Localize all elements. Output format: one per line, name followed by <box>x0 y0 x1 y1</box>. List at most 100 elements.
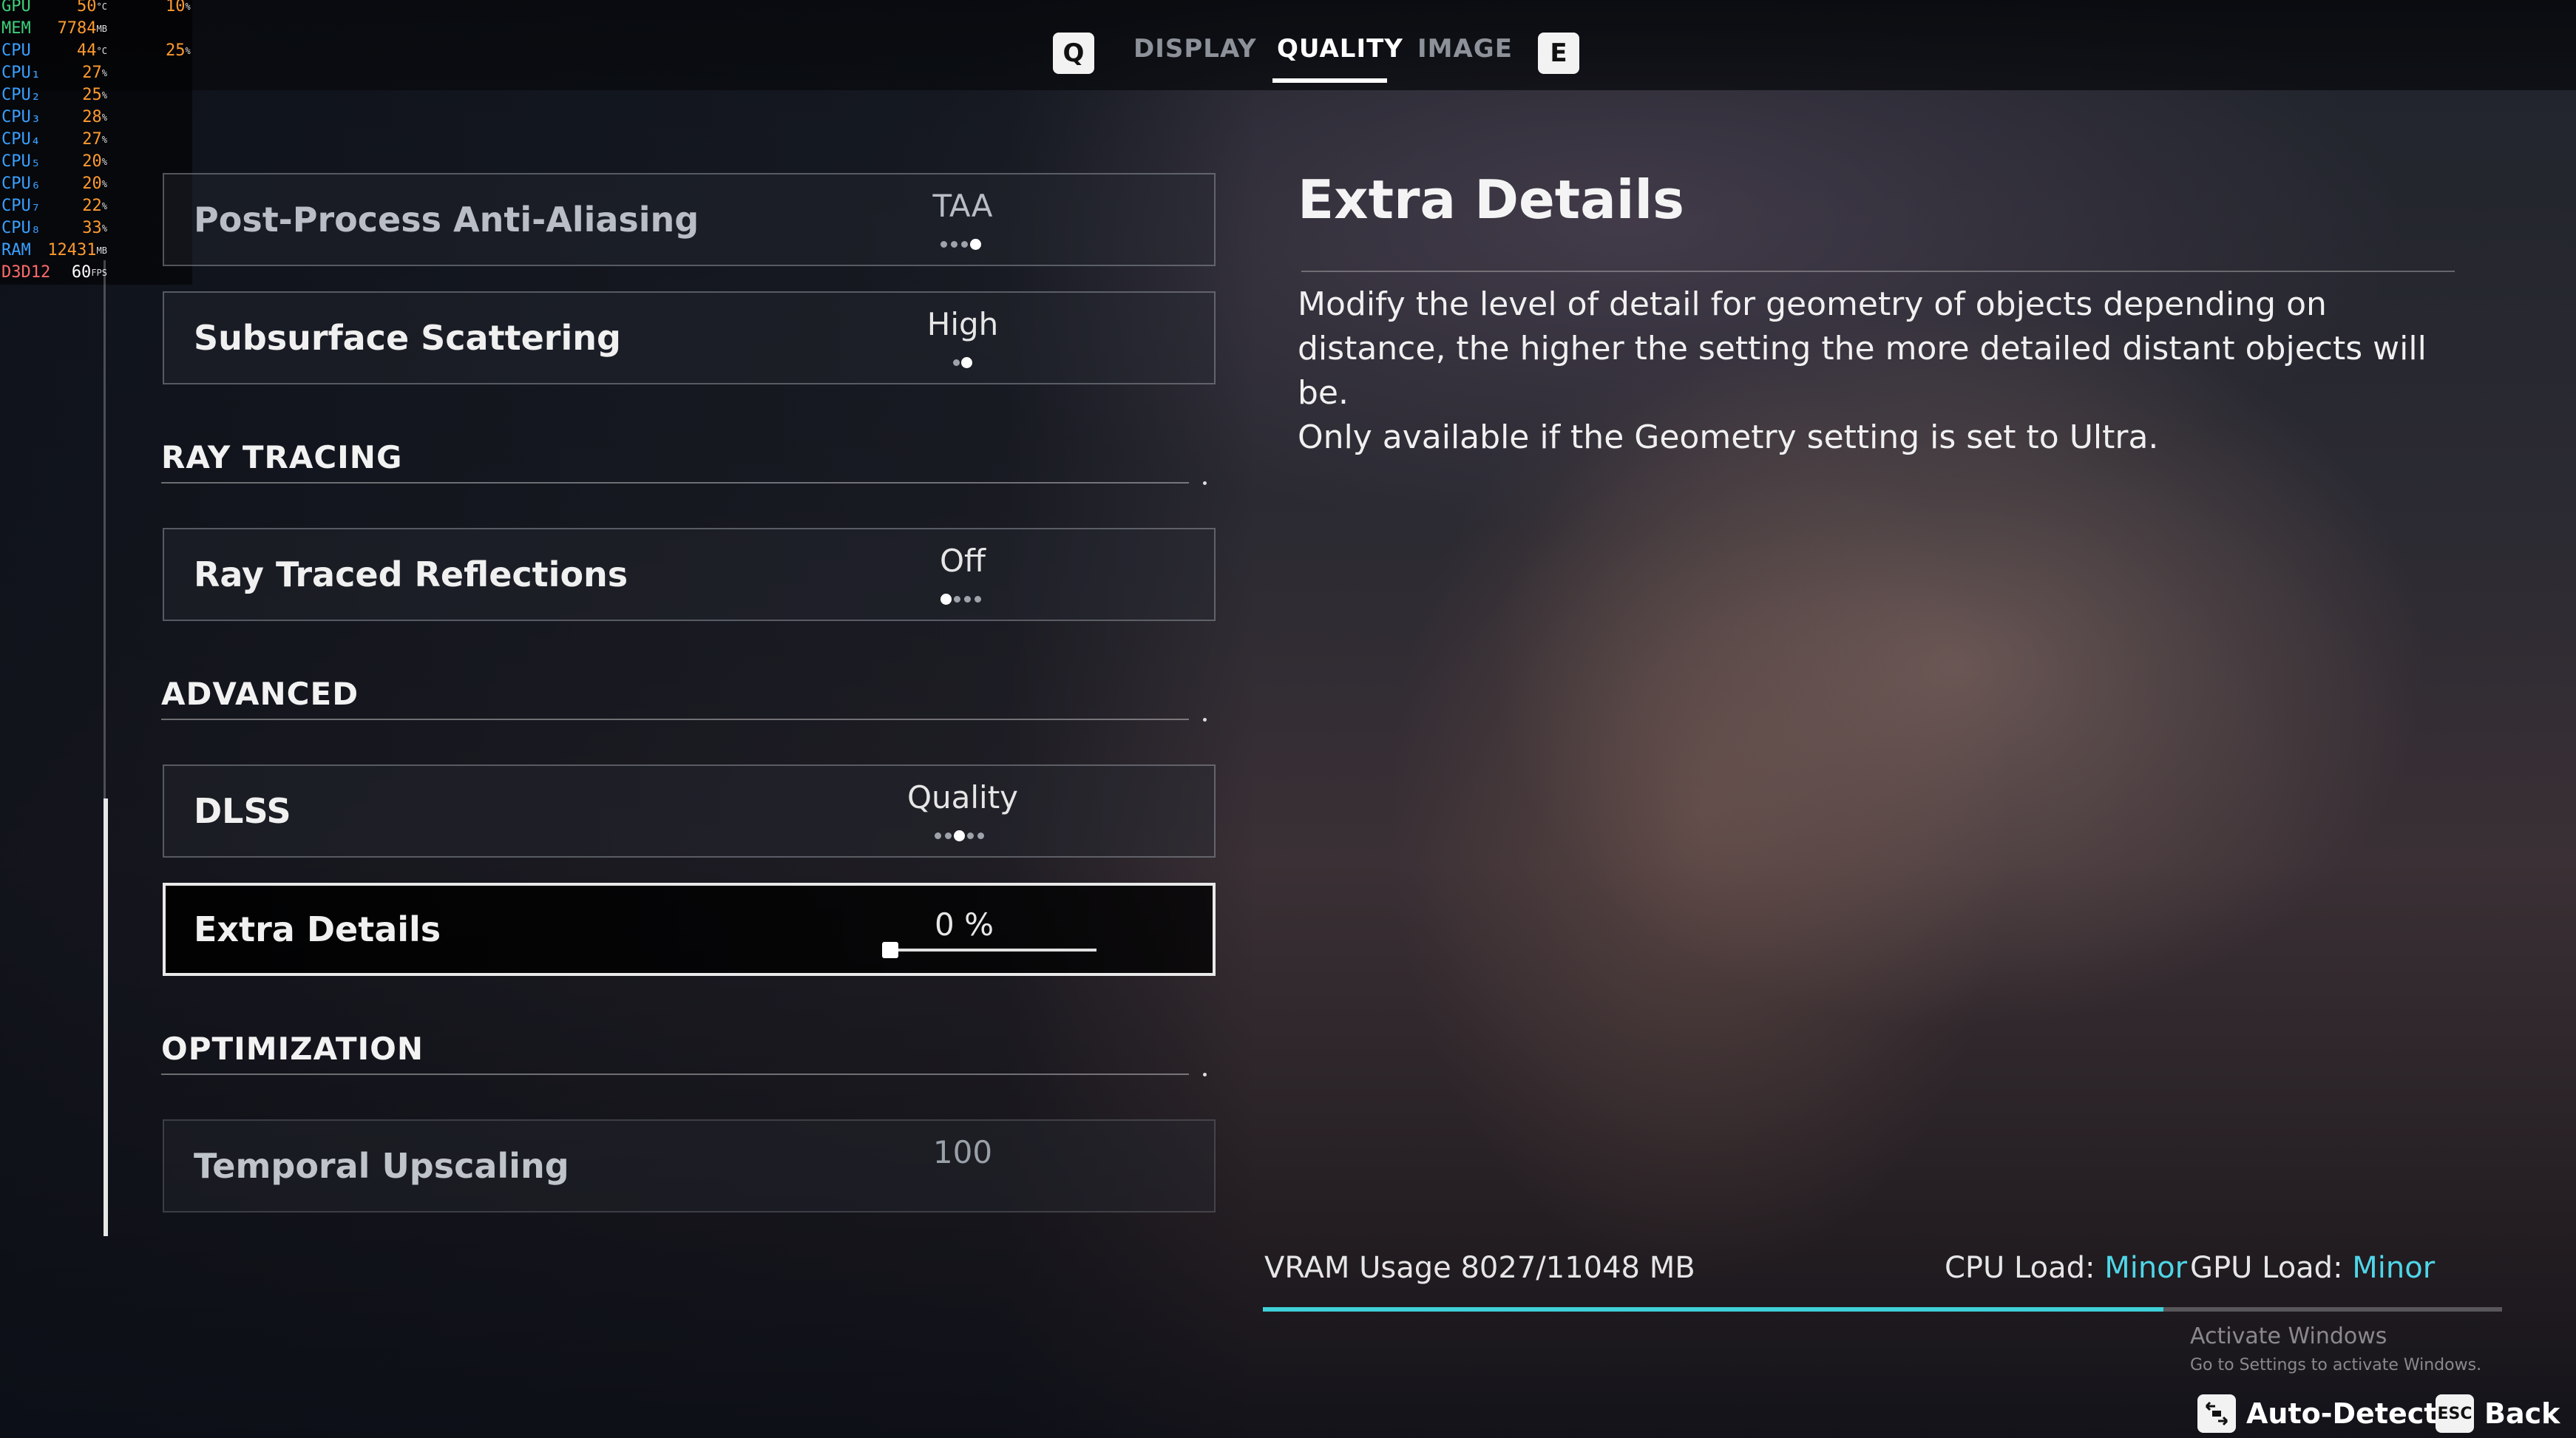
section-divider <box>161 482 1189 484</box>
setting-label: Post-Process Anti-Aliasing <box>194 200 699 240</box>
overlay-label: CPU₁ <box>1 64 41 82</box>
activate-windows-subtitle: Go to Settings to activate Windows. <box>2190 1356 2482 1374</box>
setting-subsurface-scattering[interactable]: Subsurface Scattering High <box>163 291 1216 384</box>
option-dot <box>967 832 974 839</box>
setting-value: 0 % <box>935 906 994 943</box>
extra-details-slider-track[interactable] <box>889 949 1097 952</box>
auto-detect-button[interactable]: Auto-Detect <box>2197 1394 2437 1433</box>
next-tab-key-e[interactable]: E <box>1538 33 1579 74</box>
option-dot-selected <box>970 239 981 250</box>
overlay-label: CPU₈ <box>1 219 41 237</box>
back-button[interactable]: ESC Back <box>2436 1394 2560 1433</box>
overlay-label: CPU₂ <box>1 86 41 104</box>
tab-quality[interactable]: QUALITY <box>1277 34 1403 64</box>
setting-value: TAA <box>932 188 993 224</box>
activate-windows-title: Activate Windows <box>2190 1323 2387 1349</box>
overlay-value: 20% <box>82 152 107 171</box>
option-dot <box>954 596 960 603</box>
overlay-value: 20% <box>82 174 107 193</box>
cpu-load: CPU Load: Minor <box>1945 1251 2187 1285</box>
vram-usage-bar-fill <box>1263 1307 2163 1312</box>
section-divider <box>161 1074 1189 1075</box>
setting-label: DLSS <box>194 791 291 831</box>
setting-post-process-anti-aliasing[interactable]: Post-Process Anti-Aliasing TAA <box>163 173 1216 266</box>
divider-dot <box>1203 481 1207 485</box>
option-dot <box>977 832 984 839</box>
overlay-label: CPU <box>1 41 31 60</box>
overlay-value: 7784MB <box>57 19 107 38</box>
overlay-label: CPU₅ <box>1 152 41 171</box>
setting-label: Subsurface Scattering <box>194 318 621 358</box>
divider-dot <box>1203 718 1207 722</box>
setting-value: Off <box>940 543 986 579</box>
back-label: Back <box>2484 1397 2560 1430</box>
section-divider <box>161 719 1189 720</box>
setting-label: Ray Traced Reflections <box>194 554 628 594</box>
option-dot-selected <box>940 594 952 605</box>
overlay-row-cpu5: CPU₅ 20% <box>0 151 192 173</box>
cpu-load-value: Minor <box>2104 1251 2188 1285</box>
overlay-label: CPU₃ <box>1 108 41 126</box>
overlay-label: D3D12 <box>1 263 51 282</box>
section-title-ray-tracing: RAY TRACING <box>161 439 403 475</box>
vram-usage-label: VRAM Usage 8027/11048 MB <box>1264 1251 1695 1285</box>
overlay-label: GPU <box>1 0 31 16</box>
overlay-value: 25% <box>82 86 107 104</box>
overlay-label: MEM <box>1 19 31 38</box>
detail-divider <box>1301 271 2455 272</box>
overlay-value: 50°C <box>77 0 107 16</box>
overlay-label: CPU₆ <box>1 174 41 193</box>
option-dot <box>945 832 952 839</box>
setting-dlss[interactable]: DLSS Quality <box>163 764 1216 858</box>
settings-scrollbar-thumb[interactable] <box>104 798 108 1236</box>
option-dot-selected <box>954 830 965 841</box>
overlay-value-secondary: 25% <box>166 41 191 60</box>
overlay-label: CPU₇ <box>1 197 41 215</box>
overlay-value: 27% <box>82 130 107 149</box>
setting-ray-traced-reflections[interactable]: Ray Traced Reflections Off <box>163 528 1216 621</box>
overlay-row-mem: MEM 7784MB <box>0 18 192 40</box>
prev-tab-key-q[interactable]: Q <box>1053 33 1094 74</box>
gpu-load: GPU Load: Minor <box>2190 1251 2435 1285</box>
overlay-row-cpu4: CPU₄ 27% <box>0 129 192 151</box>
cpu-load-label: CPU Load: <box>1945 1251 2095 1285</box>
auto-detect-icon <box>2197 1394 2236 1433</box>
setting-value: 100 <box>932 1134 993 1170</box>
option-dot <box>975 596 981 603</box>
overlay-value-secondary: 10% <box>166 0 191 16</box>
overlay-value: 28% <box>82 108 107 126</box>
overlay-value: 33% <box>82 219 107 237</box>
gpu-load-label: GPU Load: <box>2190 1251 2343 1285</box>
divider-dot <box>1203 1073 1207 1076</box>
gpu-load-value: Minor <box>2352 1251 2436 1285</box>
auto-detect-label: Auto-Detect <box>2246 1397 2438 1430</box>
detail-title: Extra Details <box>1298 169 1685 231</box>
overlay-value: 27% <box>82 64 107 82</box>
section-title-advanced: ADVANCED <box>161 676 359 712</box>
active-tab-indicator <box>1272 78 1387 83</box>
option-dot <box>961 241 968 248</box>
option-dot-selected <box>961 357 972 368</box>
setting-temporal-upscaling[interactable]: Temporal Upscaling 100 <box>163 1119 1216 1213</box>
option-dot <box>940 241 947 248</box>
extra-details-slider-knob[interactable] <box>882 942 898 958</box>
overlay-value: 60FPS <box>71 263 107 282</box>
option-dot <box>964 596 971 603</box>
detail-paragraph: Modify the level of detail for geometry … <box>1298 285 2427 412</box>
overlay-label: CPU₄ <box>1 130 41 149</box>
section-title-optimization: OPTIMIZATION <box>161 1031 424 1067</box>
option-dot <box>935 832 941 839</box>
detail-description: Modify the level of detail for geometry … <box>1298 282 2451 460</box>
option-dot <box>951 241 957 248</box>
overlay-row-cpu2: CPU₂ 25% <box>0 84 192 106</box>
option-dot <box>953 359 960 366</box>
overlay-value: 22% <box>82 197 107 215</box>
overlay-label: RAM <box>1 241 31 260</box>
overlay-value: 44°C <box>77 41 107 60</box>
tab-display[interactable]: DISPLAY <box>1133 34 1257 64</box>
overlay-value: 12431MB <box>47 241 107 260</box>
setting-extra-details[interactable]: Extra Details 0 % <box>163 883 1216 976</box>
tab-image[interactable]: IMAGE <box>1417 34 1513 64</box>
overlay-row-cpu: CPU 44°C 25% <box>0 40 192 62</box>
overlay-row-gpu: GPU 50°C 10% <box>0 0 192 18</box>
